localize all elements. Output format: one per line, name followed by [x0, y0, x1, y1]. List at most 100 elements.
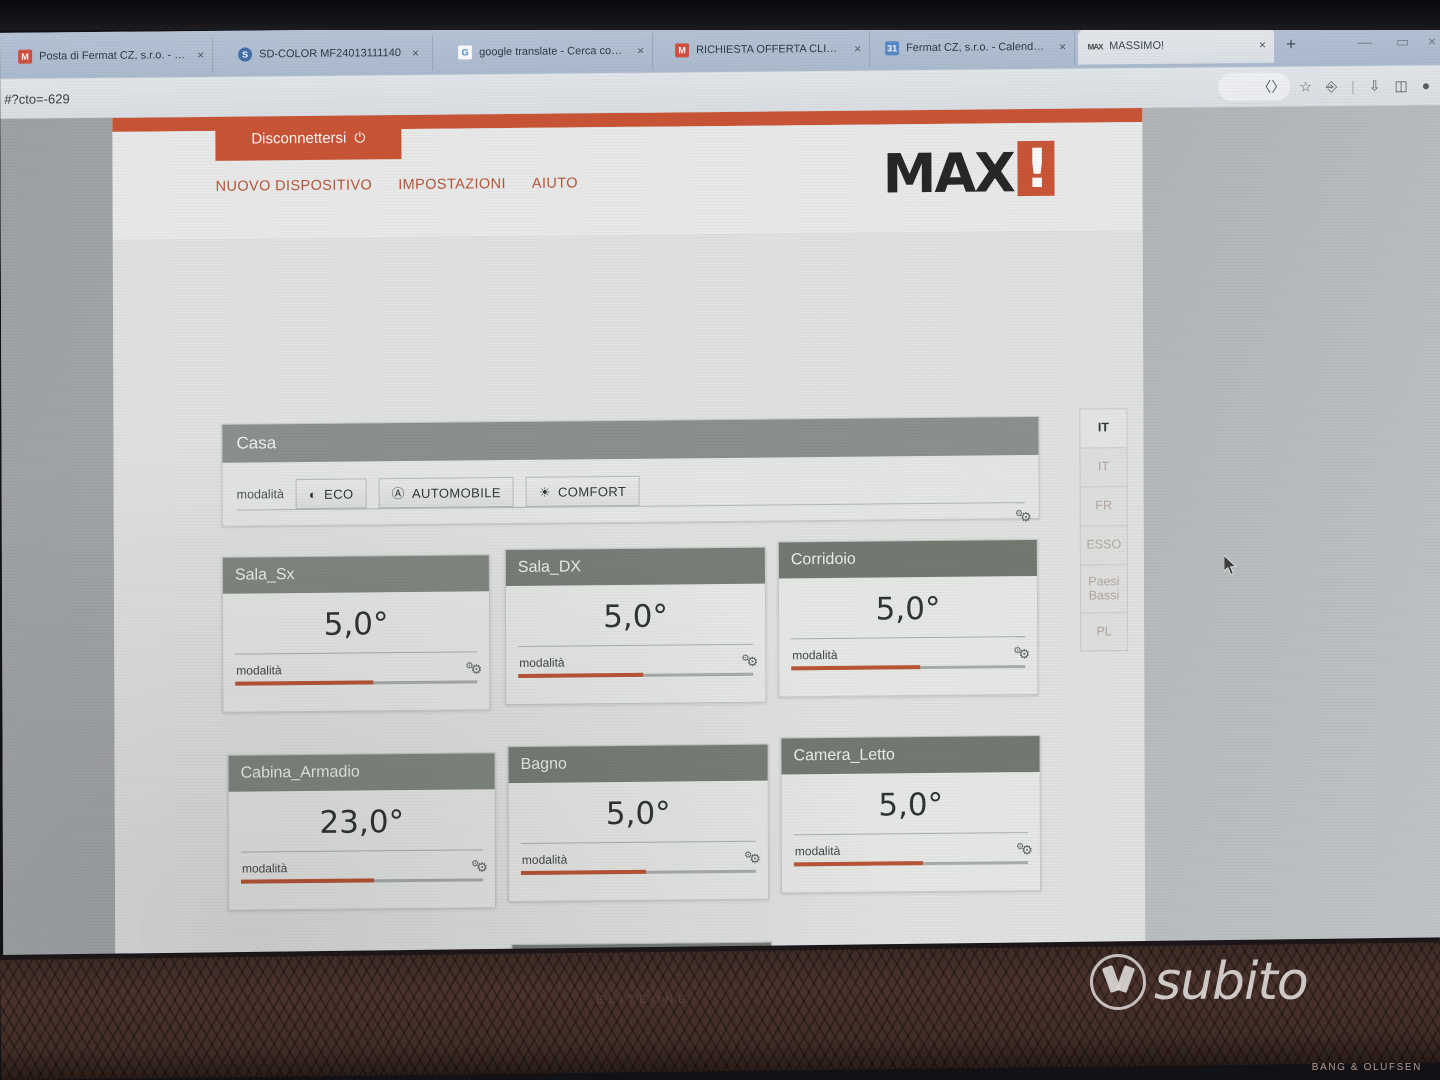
browser-tab[interactable]: G google translate - Cerca con G ×: [448, 32, 654, 71]
room-card[interactable]: Sala_Sx 5,0° modalità ⚙⚙: [221, 554, 491, 713]
room-card-body: 5,0° modalità ⚙⚙: [509, 781, 768, 875]
room-mode-label: modalità: [241, 861, 288, 876]
window-minimize-button[interactable]: —: [1358, 34, 1372, 50]
translate-icon[interactable]: 〈〉: [1257, 77, 1285, 97]
room-card[interactable]: Camera_Letto 5,0° modalità ⚙⚙: [780, 734, 1042, 894]
room-target-temp: 23,0°: [319, 804, 405, 841]
room-mode-slider[interactable]: [793, 861, 1028, 867]
tab-label: RICHIESTA OFFERTA CLIENTE R: [696, 42, 844, 57]
extensions-icon[interactable]: ⎆: [1326, 78, 1337, 95]
toolbar-divider: |: [1351, 77, 1355, 94]
room-mode-slider[interactable]: [518, 672, 754, 678]
browser-tab[interactable]: 31 Fermat CZ, s.r.o. - Calendario ×: [875, 28, 1076, 67]
language-rail: IT IT FR ESSO Paesi Bassi PL: [1079, 408, 1129, 652]
logout-button[interactable]: Disconnettersi ⏻: [215, 115, 402, 161]
tab-close-button[interactable]: ×: [854, 42, 861, 56]
language-option-paesi-bassi[interactable]: Paesi Bassi: [1079, 564, 1129, 613]
room-name: Sala_DX: [517, 558, 582, 576]
nav-item-aiuto[interactable]: AIUTO: [532, 175, 578, 191]
sidebar-icon[interactable]: ◫: [1394, 77, 1407, 94]
monitor-top-bezel: [0, 0, 1440, 30]
tab-label: google translate - Cerca con G: [479, 44, 627, 59]
room-mode-slider[interactable]: [791, 665, 1026, 671]
downloads-icon[interactable]: ⇩: [1369, 77, 1381, 94]
rooms-grid: Sala_Sx 5,0° modalità ⚙⚙ Sala_DX 5,0° mo…: [221, 538, 1052, 967]
tab-close-button[interactable]: ×: [197, 48, 204, 62]
max-logo: MAX !: [882, 137, 1055, 206]
room-card-body: 5,0° modalità ⚙⚙: [782, 772, 1040, 867]
gears-icon[interactable]: ⚙⚙: [744, 849, 758, 866]
room-target-temp: 5,0°: [603, 598, 669, 636]
room-target-temp: 5,0°: [878, 786, 944, 824]
mode-button-comfort[interactable]: ☀ COMFORT: [525, 475, 640, 507]
tab-close-button[interactable]: ×: [412, 46, 419, 60]
language-option-it-selected[interactable]: IT: [1079, 408, 1128, 448]
room-card-header: Camera_Letto: [781, 735, 1040, 775]
profile-avatar-icon[interactable]: ●: [1422, 77, 1431, 93]
max-app-page: Disconnettersi ⏻ NUOVO DISPOSITIVO IMPOS…: [112, 107, 1146, 967]
room-card-header: Sala_DX: [505, 547, 765, 587]
gears-icon[interactable]: ⚙⚙: [741, 652, 755, 669]
browser-tab[interactable]: S SD-COLOR MF24013111140 ×: [228, 34, 434, 73]
browser-tab[interactable]: M RICHIESTA OFFERTA CLIENTE R ×: [665, 30, 871, 69]
max-logo-bang: !: [1017, 137, 1055, 200]
window-close-button[interactable]: ×: [1428, 33, 1436, 49]
address-bar-text: #?cto=-629: [4, 90, 70, 107]
room-name: Sala_Sx: [234, 566, 295, 584]
window-maximize-button[interactable]: ▭: [1396, 33, 1409, 50]
house-card-body: modalità ◐ ECO Ⓐ AUTOMOBILE ☀ COMFORT ⚙⚙: [223, 455, 1039, 527]
new-tab-button[interactable]: +: [1286, 34, 1296, 54]
gears-icon[interactable]: ⚙⚙: [1015, 508, 1029, 525]
nav-item-impostazioni[interactable]: IMPOSTAZIONI: [398, 176, 506, 193]
room-mode-slider[interactable]: [520, 869, 756, 875]
room-card-header: Sala_Sx: [222, 555, 489, 594]
room-card[interactable]: Bagno 5,0° modalità ⚙⚙: [507, 743, 770, 903]
google-icon: G: [458, 45, 473, 60]
gears-icon[interactable]: ⚙⚙: [1013, 645, 1027, 662]
language-option-pl[interactable]: PL: [1080, 612, 1129, 652]
mode-button-comfort-label: COMFORT: [557, 483, 627, 500]
mode-button-eco[interactable]: ◐ ECO: [295, 478, 367, 510]
gears-icon[interactable]: ⚙⚙: [471, 858, 485, 875]
room-card[interactable]: Corridoio 5,0° modalità ⚙⚙: [777, 538, 1039, 698]
room-mode-slider[interactable]: [235, 680, 478, 686]
room-card-header: Bagno: [508, 744, 768, 784]
gears-icon[interactable]: ⚙⚙: [1016, 841, 1030, 858]
monitor-soundbar: [0, 942, 1440, 1080]
tab-label: MASSIMO!: [1109, 39, 1165, 53]
room-card[interactable]: Sala_DX 5,0° modalità ⚙⚙: [504, 546, 767, 706]
tab-close-button[interactable]: ×: [1259, 38, 1266, 52]
browser-tab[interactable]: M Posta di Fermat CZ, s.r.o. - RICH ×: [8, 36, 214, 75]
language-option-fr[interactable]: FR: [1079, 486, 1128, 526]
room-name: Bagno: [520, 755, 567, 773]
room-card-header: Cabina_Armadio: [228, 753, 495, 792]
bookmark-star-icon[interactable]: ☆: [1299, 78, 1312, 95]
app-content: Casa modalità ◐ ECO Ⓐ AUTOMOBILE ☀ COMFO…: [112, 229, 1146, 967]
mode-button-automobile[interactable]: Ⓐ AUTOMOBILE: [378, 476, 514, 509]
room-card-body: 5,0° modalità ⚙⚙: [223, 591, 489, 686]
room-card[interactable]: Cabina_Armadio 23,0° modalità ⚙⚙: [227, 752, 497, 911]
room-target-temp: 5,0°: [323, 606, 389, 643]
tab-close-button[interactable]: ×: [1059, 40, 1066, 54]
monitor-bottom-brand: ELITEONE: [596, 994, 691, 1006]
language-option-it[interactable]: IT: [1079, 447, 1128, 487]
tab-label: SD-COLOR MF24013111140: [259, 47, 401, 61]
house-card: Casa modalità ◐ ECO Ⓐ AUTOMOBILE ☀ COMFO…: [221, 415, 1040, 527]
max-icon: MAX: [1087, 41, 1103, 51]
room-mode-label: modalità: [236, 663, 282, 678]
gears-icon[interactable]: ⚙⚙: [465, 660, 479, 677]
language-option-esso[interactable]: ESSO: [1079, 525, 1128, 565]
logout-label: Disconnettersi: [251, 129, 347, 148]
tab-label: Posta di Fermat CZ, s.r.o. - RICH: [39, 49, 187, 63]
calendar-icon: 31: [885, 41, 900, 56]
gmail-icon: M: [18, 49, 33, 64]
speaker-brand: BANG & OLUFSEN: [1311, 1062, 1422, 1073]
room-mode-slider[interactable]: [240, 878, 483, 884]
room-target-temp: 5,0°: [605, 795, 671, 833]
browser-tab-active[interactable]: MAX MASSIMO! ×: [1078, 26, 1275, 65]
tab-close-button[interactable]: ×: [637, 44, 644, 58]
nav-item-nuovo-dispositivo[interactable]: NUOVO DISPOSITIVO: [216, 177, 373, 195]
max-logo-text: MAX: [882, 141, 1014, 206]
room-name: Corridoio: [790, 550, 856, 569]
tab-label: Fermat CZ, s.r.o. - Calendario: [906, 40, 1049, 55]
